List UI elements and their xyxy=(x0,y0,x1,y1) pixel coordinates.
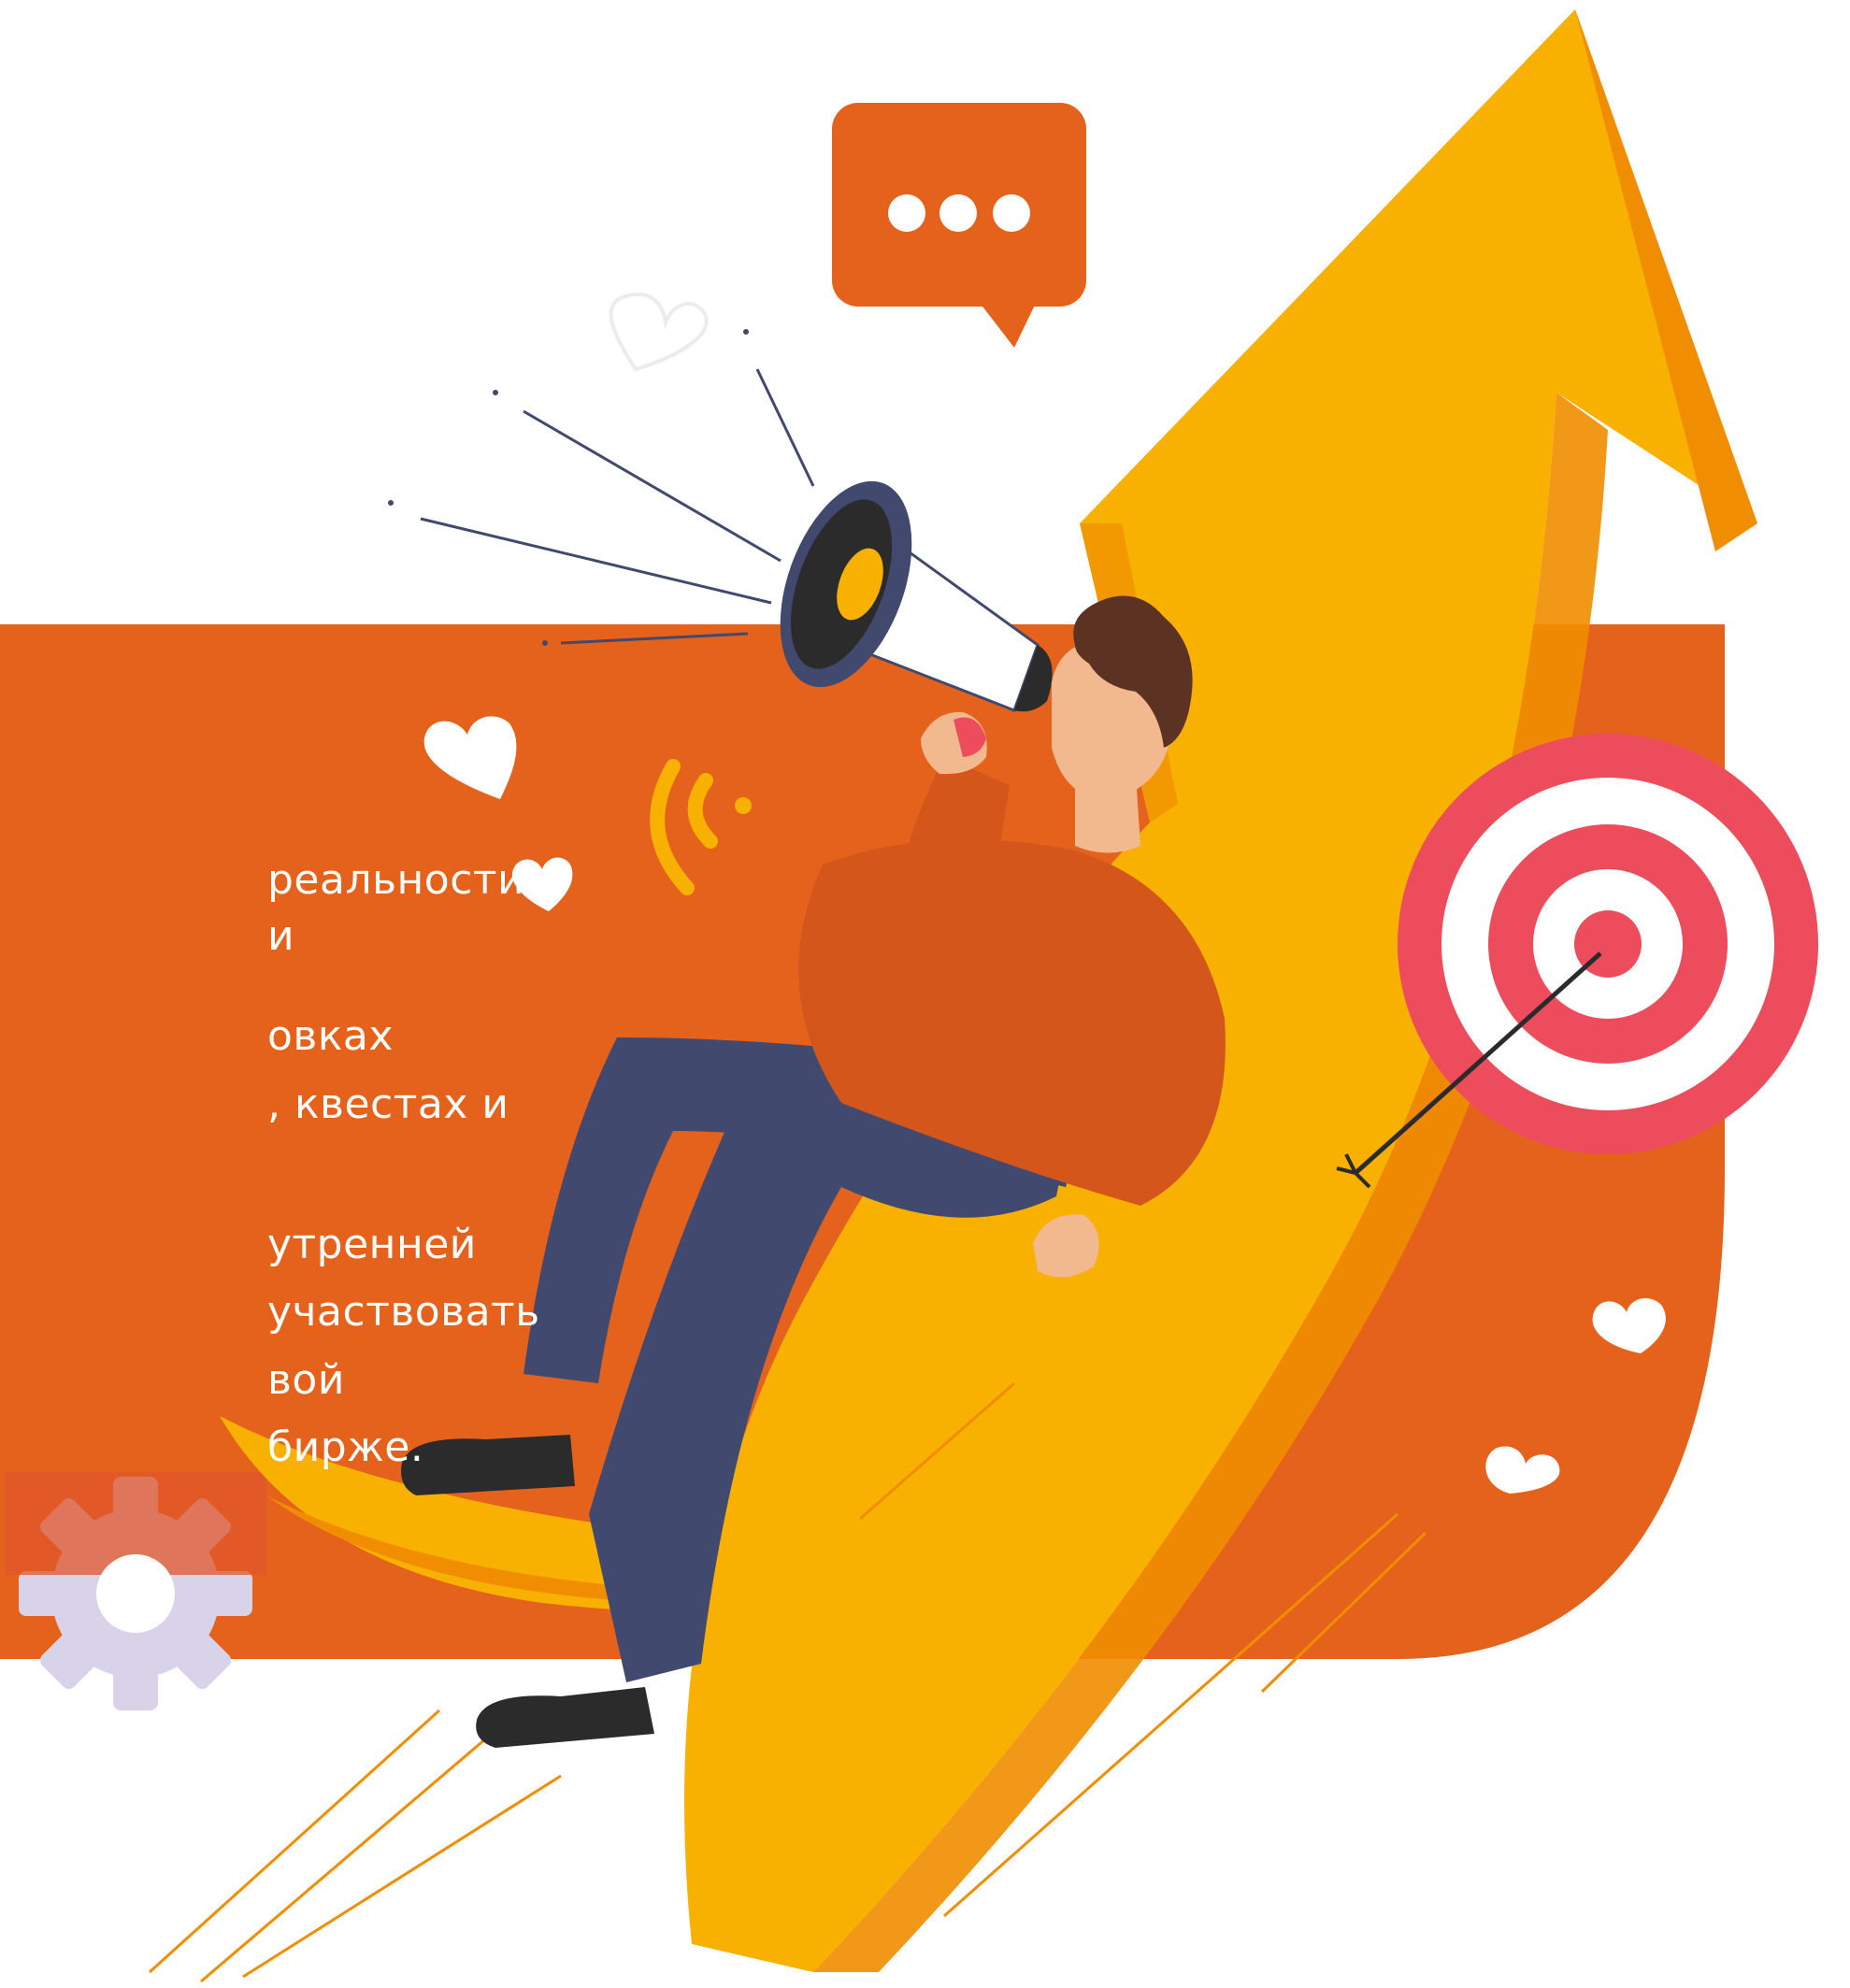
illustration xyxy=(0,9,1818,1983)
gear-icon xyxy=(5,1472,266,1710)
speech-bubble-icon xyxy=(832,103,1086,348)
shout-lines xyxy=(420,368,815,645)
heart-icon xyxy=(609,292,709,372)
